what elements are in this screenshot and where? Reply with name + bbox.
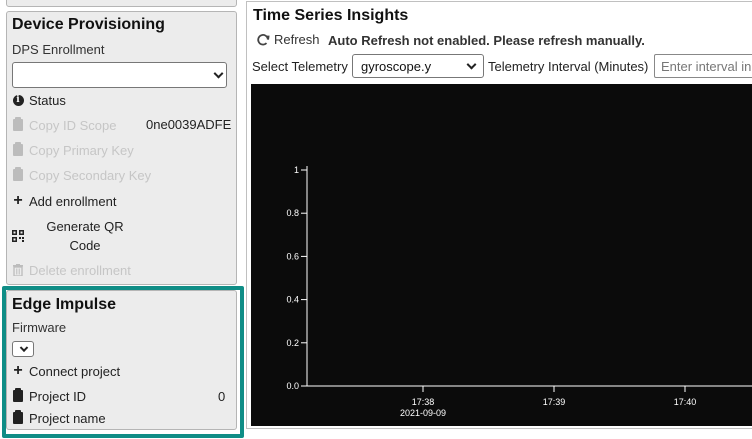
plus-icon: +	[13, 362, 23, 379]
generate-qr-label: Generate QR Code	[46, 219, 124, 253]
refresh-label: Refresh	[274, 32, 320, 47]
y-tick-label: 0.2	[286, 338, 299, 348]
telemetry-interval-label: Telemetry Interval (Minutes)	[488, 59, 649, 74]
info-icon: i	[12, 94, 24, 106]
panel-title: Edge Impulse	[12, 296, 117, 313]
time-series-insights-panel: Time Series Insights Refresh Auto Refres…	[246, 1, 752, 429]
selected-telemetry: gyroscope.y	[361, 59, 432, 74]
add-enrollment-button[interactable]: + Add enrollment	[12, 191, 116, 211]
project-id-value: 0	[218, 389, 226, 404]
firmware-select[interactable]	[12, 341, 34, 357]
y-tick-label: 0.6	[286, 251, 299, 261]
generate-qr-code-button[interactable]: Generate QR Code	[12, 217, 212, 257]
x-tick-label: 17:40	[674, 397, 697, 407]
delete-enrollment-label: Delete enrollment	[29, 262, 131, 278]
copy-secondary-key-label: Copy Secondary Key	[29, 167, 152, 183]
clipboard-icon	[13, 142, 23, 156]
project-id-row[interactable]: Project ID	[12, 386, 86, 406]
clipboard-icon	[13, 410, 23, 424]
id-scope-value: 0ne0039ADFE	[146, 117, 232, 132]
trash-icon	[13, 264, 23, 276]
project-name-label: Project name	[29, 410, 106, 426]
panel-title: Time Series Insights	[253, 7, 409, 24]
qr-code-icon	[12, 230, 24, 242]
edge-impulse-panel: Edge Impulse Firmware + Connect project …	[6, 290, 237, 430]
chevron-down-icon	[213, 68, 224, 79]
firmware-label: Firmware	[12, 320, 67, 335]
dps-enrollment-select[interactable]	[12, 62, 227, 88]
copy-primary-key-label: Copy Primary Key	[29, 142, 134, 158]
connect-project-label: Connect project	[29, 363, 121, 379]
telemetry-interval-input[interactable]	[654, 54, 752, 78]
clipboard-icon	[13, 117, 23, 131]
add-enrollment-label: Add enrollment	[29, 193, 117, 209]
project-id-label: Project ID	[29, 388, 87, 404]
panel-title: Device Provisioning	[12, 16, 165, 33]
chevron-down-icon	[19, 343, 29, 353]
y-tick-label: 0.0	[286, 381, 299, 391]
clipboard-icon	[13, 388, 23, 402]
select-telemetry-label: Select Telemetry	[252, 59, 348, 74]
copy-primary-key-button[interactable]: Copy Primary Key	[12, 140, 134, 160]
copy-secondary-key-button[interactable]: Copy Secondary Key	[12, 165, 151, 185]
telemetry-select[interactable]: gyroscope.y	[352, 54, 484, 78]
previous-panel-edge	[6, 0, 237, 7]
delete-enrollment-button[interactable]: Delete enrollment	[12, 260, 131, 280]
x-date-label: 2021-09-09	[400, 408, 446, 418]
plus-icon: +	[13, 192, 23, 209]
connect-project-button[interactable]: + Connect project	[12, 361, 120, 381]
left-sidebar: Device Provisioning DPS Enrollment i Sta…	[0, 0, 244, 439]
status-button[interactable]: i Status	[12, 90, 66, 110]
project-name-row[interactable]: Project name	[12, 408, 106, 428]
y-tick-label: 0.8	[286, 208, 299, 218]
x-tick-label: 17:38	[412, 397, 435, 407]
copy-id-scope-label: Copy ID Scope	[29, 117, 117, 133]
auto-refresh-note: Auto Refresh not enabled. Please refresh…	[328, 33, 645, 48]
dps-enrollment-label: DPS Enrollment	[12, 42, 105, 57]
clipboard-icon	[13, 167, 23, 181]
refresh-icon	[257, 33, 270, 45]
status-label: Status	[29, 92, 66, 108]
chevron-down-icon	[466, 59, 477, 70]
refresh-button[interactable]: Refresh	[256, 32, 320, 47]
telemetry-chart: 0.0 0.2 0.4 0.6 0.8 1 17:38 17:39 17:40 2021-09-0…	[251, 84, 752, 426]
device-provisioning-panel: Device Provisioning DPS Enrollment i Sta…	[6, 11, 237, 285]
y-tick-label: 1	[294, 165, 299, 175]
x-tick-label: 17:39	[543, 397, 566, 407]
y-tick-label: 0.4	[286, 295, 299, 305]
chart-svg: 0.0 0.2 0.4 0.6 0.8 1 17:38 17:39 17:40 2021-09-0…	[286, 165, 752, 418]
copy-id-scope-button[interactable]: Copy ID Scope	[12, 115, 116, 135]
